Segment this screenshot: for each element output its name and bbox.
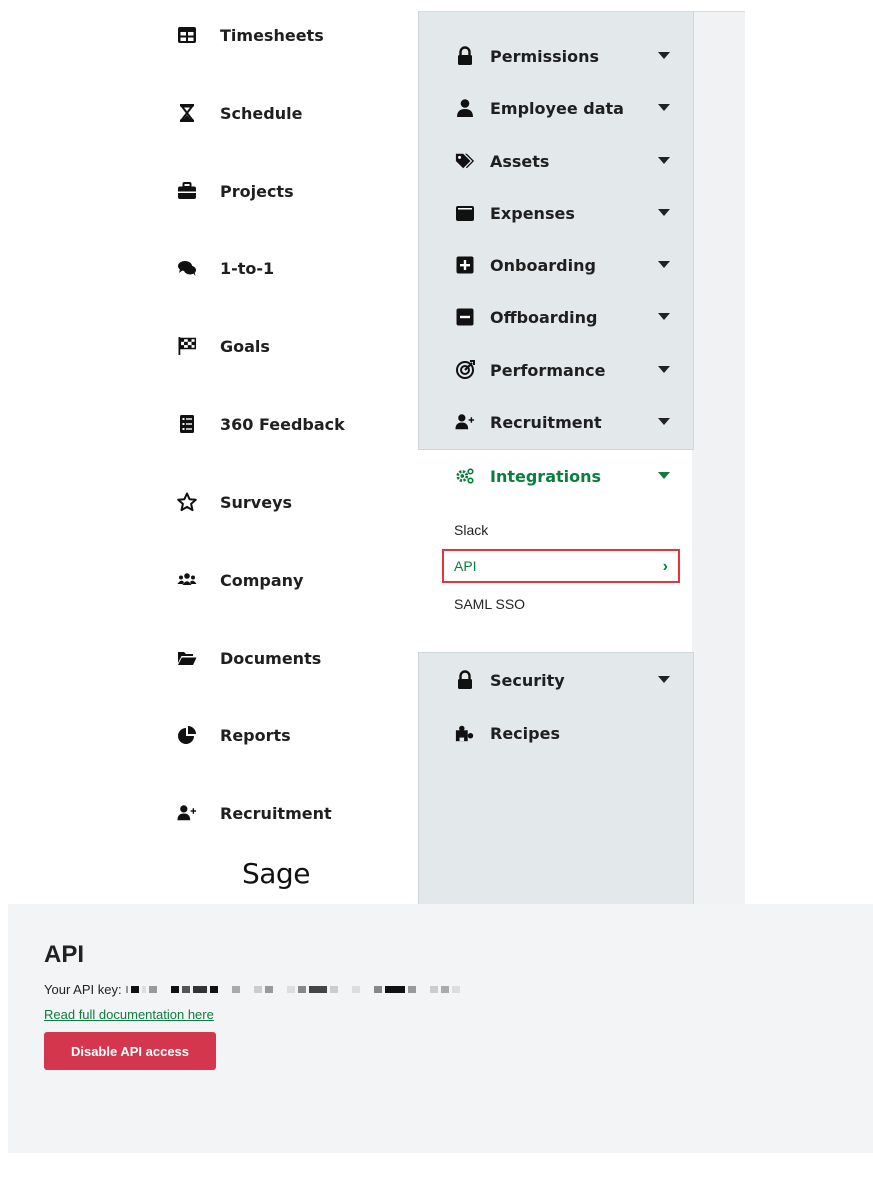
nav-item-goals[interactable]: Goals: [176, 331, 270, 361]
chevron-down-icon: [658, 157, 670, 164]
nav-item-1-to-1[interactable]: 1-to-1: [176, 253, 274, 283]
chevron-down-icon: [658, 366, 670, 373]
chevron-down-icon: [658, 209, 670, 216]
documentation-link[interactable]: Read full documentation here: [44, 1007, 214, 1022]
api-key-row: Your API key:: [44, 982, 463, 997]
puzzle-icon: [454, 722, 476, 744]
lock-icon: [454, 669, 476, 691]
nav-item-label: 360 Feedback: [220, 414, 345, 434]
nav-item-360-feedback[interactable]: 360 Feedback: [176, 409, 345, 439]
panel-background-strip: [692, 12, 745, 905]
settings-item-label: Performance: [490, 360, 606, 380]
settings-item-recipes[interactable]: Recipes: [454, 718, 674, 748]
nav-item-label: Goals: [220, 336, 270, 356]
settings-item-recruitment[interactable]: Recruitment: [454, 407, 674, 437]
user-plus-icon: [176, 802, 198, 824]
minus-square-icon: [454, 306, 476, 328]
tags-icon: [454, 150, 476, 172]
user-icon: [454, 97, 476, 119]
star-icon: [176, 491, 198, 513]
main-sidebar: Timesheets Schedule Projects 1-to-1 Goal…: [150, 0, 418, 905]
nav-item-recruitment[interactable]: Recruitment: [176, 798, 332, 828]
nav-item-label: Reports: [220, 725, 291, 745]
gears-icon: [454, 465, 476, 487]
lock-icon: [454, 45, 476, 67]
settings-item-onboarding[interactable]: Onboarding: [454, 250, 674, 280]
chevron-down-icon: [658, 261, 670, 268]
settings-item-label: Offboarding: [490, 307, 598, 327]
settings-item-label: Integrations: [490, 466, 602, 486]
api-key-label: Your API key:: [44, 982, 122, 997]
nav-item-reports[interactable]: Reports: [176, 720, 291, 750]
people-group-icon: [176, 569, 198, 591]
section-title: API: [44, 941, 85, 968]
nav-item-surveys[interactable]: Surveys: [176, 487, 292, 517]
settings-item-offboarding[interactable]: Offboarding: [454, 302, 674, 332]
table-icon: [176, 24, 198, 46]
chevron-down-icon: [658, 313, 670, 320]
nav-item-timesheets[interactable]: Timesheets: [176, 20, 324, 50]
nav-item-company[interactable]: Company: [176, 565, 303, 595]
hourglass-icon: [176, 102, 198, 124]
settings-item-employee-data[interactable]: Employee data: [454, 93, 674, 123]
api-key-value-redacted: [125, 986, 463, 993]
settings-item-security[interactable]: Security: [454, 665, 674, 695]
settings-item-label: Recipes: [490, 723, 560, 743]
nav-item-label: Schedule: [220, 103, 303, 123]
briefcase-icon: [176, 180, 198, 202]
settings-item-label: Permissions: [490, 46, 600, 66]
settings-item-label: Employee data: [490, 98, 624, 118]
nav-item-schedule[interactable]: Schedule: [176, 98, 302, 128]
nav-item-label: Recruitment: [220, 803, 332, 823]
folder-open-icon: [176, 647, 198, 669]
clipboard-list-icon: [176, 413, 198, 435]
nav-item-documents[interactable]: Documents: [176, 643, 321, 673]
settings-item-assets[interactable]: Assets: [454, 146, 674, 176]
nav-item-label: 1-to-1: [220, 258, 275, 278]
sage-logo: Sage: [242, 857, 310, 890]
nav-item-projects[interactable]: Projects: [176, 176, 294, 206]
sub-item-label: API: [454, 558, 477, 574]
settings-item-label: Recruitment: [490, 412, 602, 432]
integrations-sub-item-saml-sso[interactable]: SAML SSO: [454, 596, 525, 612]
user-plus-icon: [454, 411, 476, 433]
integrations-sub-item-api[interactable]: API ›: [442, 549, 680, 583]
nav-item-label: Documents: [220, 648, 322, 668]
chevron-right-icon: ›: [662, 558, 668, 575]
settings-item-label: Assets: [490, 151, 550, 171]
settings-item-label: Onboarding: [490, 255, 596, 275]
nav-item-label: Surveys: [220, 492, 293, 512]
checkered-flag-icon: [176, 335, 198, 357]
pie-chart-icon: [176, 724, 198, 746]
settings-item-performance[interactable]: Performance: [454, 355, 674, 385]
chevron-down-icon: [658, 104, 670, 111]
chevron-down-icon: [658, 418, 670, 425]
settings-item-integrations[interactable]: Integrations: [454, 461, 674, 491]
chevron-down-icon: [658, 52, 670, 59]
integrations-sub-item-slack[interactable]: Slack: [454, 522, 488, 538]
settings-item-label: Security: [490, 670, 565, 690]
settings-item-permissions[interactable]: Permissions: [454, 41, 674, 71]
settings-item-expenses[interactable]: Expenses: [454, 198, 674, 228]
wallet-icon: [454, 202, 476, 224]
nav-item-label: Company: [220, 570, 304, 590]
nav-item-label: Timesheets: [220, 25, 324, 45]
disable-api-button[interactable]: Disable API access: [44, 1032, 216, 1070]
chat-bubbles-icon: [176, 257, 198, 279]
target-icon: [454, 359, 476, 381]
nav-item-label: Projects: [220, 181, 294, 201]
plus-square-icon: [454, 254, 476, 276]
settings-item-label: Expenses: [490, 203, 575, 223]
chevron-down-icon: [658, 472, 670, 479]
api-section: API Your API key: Read full documentatio…: [8, 904, 873, 1153]
chevron-down-icon: [658, 676, 670, 683]
